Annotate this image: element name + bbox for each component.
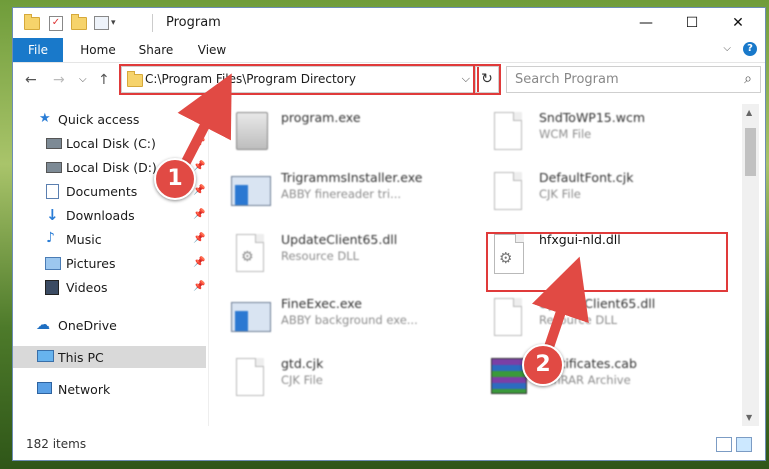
- arrow-to-file: [531, 256, 589, 355]
- callout-2: 2: [522, 344, 564, 386]
- callout-1: 1: [154, 158, 196, 200]
- annotation-arrows: [177, 73, 589, 355]
- arrow-to-address-bar: [177, 73, 232, 167]
